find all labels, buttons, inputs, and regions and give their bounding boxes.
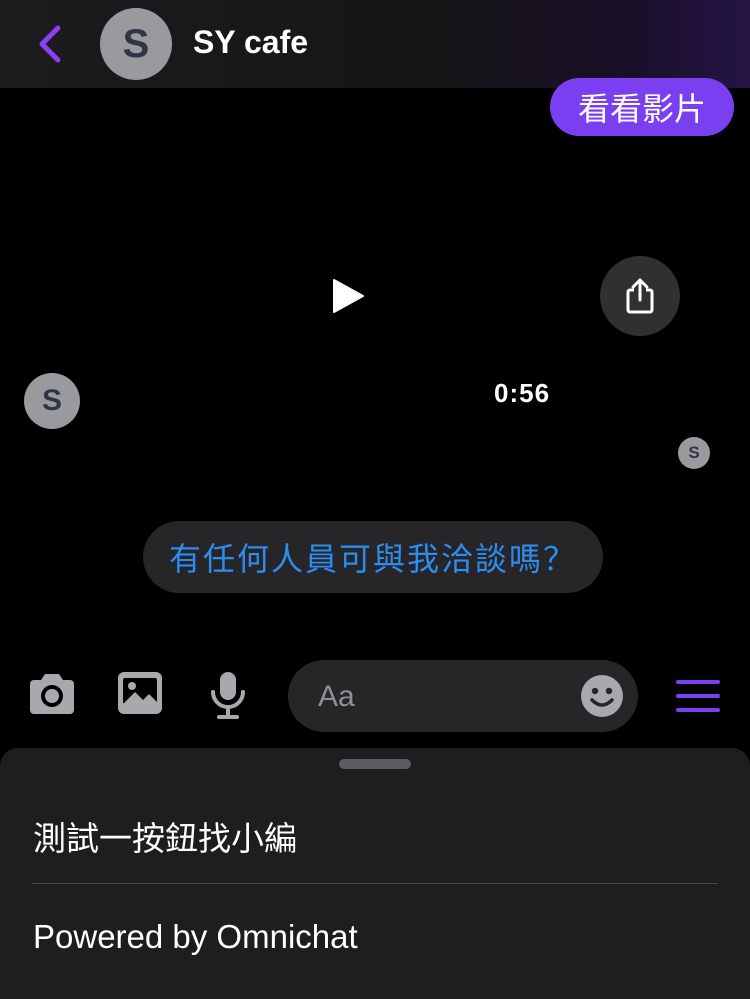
sender-avatar[interactable]: S [24,373,80,429]
emoji-icon [581,675,623,717]
sent-message-bubble[interactable]: 看看影片 [549,78,734,136]
chat-title[interactable]: SY cafe [193,24,308,61]
image-icon [118,672,162,714]
emoji-button[interactable] [580,674,624,723]
play-icon [333,279,364,313]
camera-icon [30,674,74,714]
menu-button[interactable] [676,678,720,719]
message-input[interactable]: Aa [288,660,638,732]
camera-button[interactable] [26,670,78,723]
microphone-button[interactable] [208,670,248,725]
menu-item-powered-by[interactable]: Powered by Omnichat [33,918,358,956]
share-icon [626,278,654,314]
quick-reply-button[interactable]: 有任何人員可與我洽談嗎？ [143,521,604,593]
persistent-menu-sheet: 測試一按鈕找小編 Powered by Omnichat [0,748,750,999]
menu-icon [676,680,720,712]
video-duration: 0:56 [494,378,551,408]
contact-avatar[interactable]: S [100,8,172,80]
message-input-placeholder: Aa [318,680,355,713]
composer-bar: Aa [0,648,750,744]
chevron-left-icon [39,25,61,63]
microphone-icon [211,672,245,719]
back-button[interactable] [34,22,66,66]
read-receipt-avatar: S [678,437,710,469]
share-button[interactable] [600,256,680,336]
sheet-grabber[interactable] [339,759,411,769]
gallery-button[interactable] [116,670,164,721]
divider [32,883,718,884]
play-button[interactable] [330,278,366,319]
chat-header: S SY cafe [0,0,750,88]
menu-item-contact-staff[interactable]: 測試一按鈕找小編 [33,812,297,860]
